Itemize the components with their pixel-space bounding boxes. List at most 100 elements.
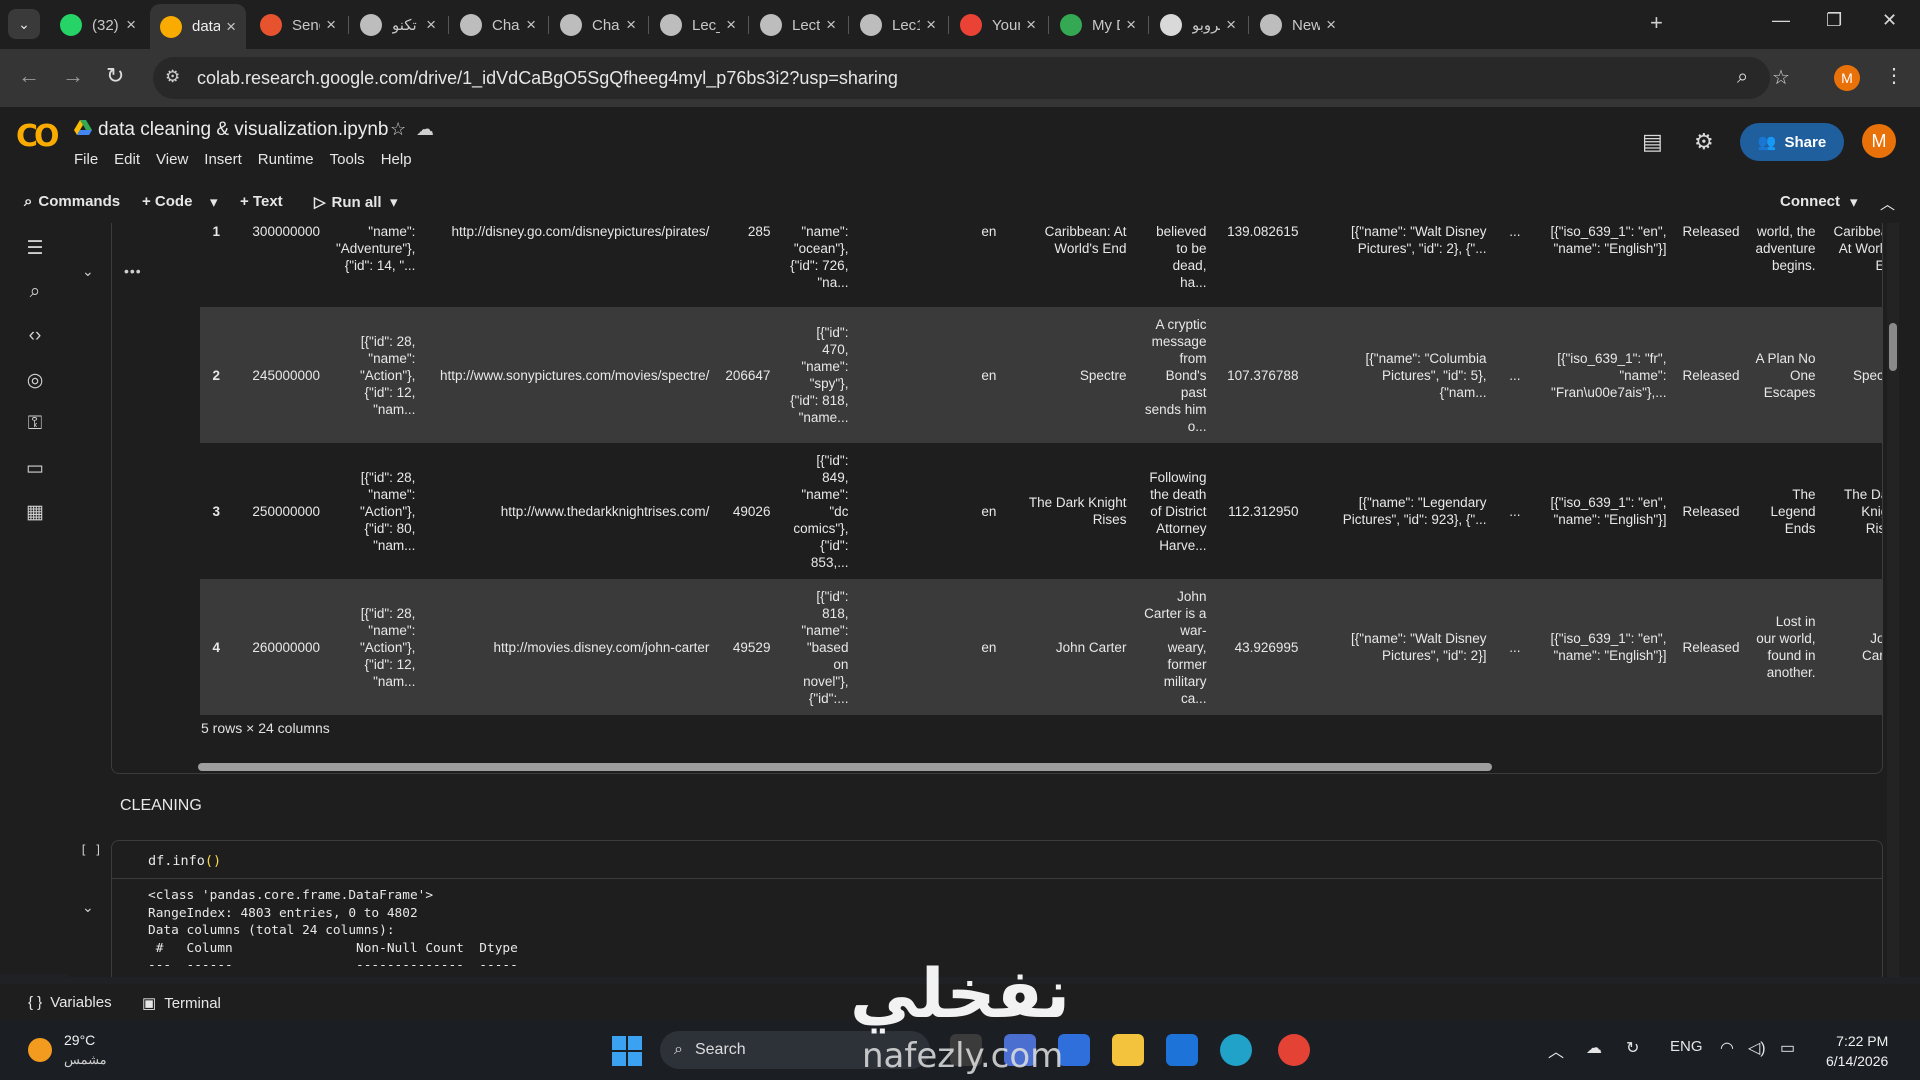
cloud-icon[interactable]: ☁	[416, 119, 434, 140]
browser-tab[interactable]: data ×	[150, 4, 246, 49]
table-of-contents-icon[interactable]: ☰	[23, 237, 47, 261]
close-tab-icon[interactable]: ×	[526, 15, 536, 35]
battery-icon[interactable]: ▭	[1780, 1038, 1795, 1058]
language-indicator[interactable]: ENG	[1670, 1038, 1703, 1055]
zoom-icon[interactable]: ⌕	[1737, 66, 1748, 89]
vertical-scrollbar[interactable]	[1889, 323, 1897, 371]
browser-tab[interactable]: تكنو ×	[350, 6, 446, 44]
run-cell-button[interactable]: [ ]	[80, 843, 102, 857]
run-all-button[interactable]: ▷ Run all	[314, 193, 382, 212]
connect-dropdown-icon[interactable]: ▾	[1850, 193, 1858, 211]
tab-search-button[interactable]: ⌄	[8, 9, 40, 39]
variables-inspector-icon[interactable]: ◎	[23, 369, 47, 393]
menu-item-edit[interactable]: Edit	[114, 151, 140, 168]
connect-button[interactable]: Connect	[1780, 193, 1840, 210]
user-avatar[interactable]: M	[1862, 124, 1896, 158]
reload-icon[interactable]: ↻	[106, 63, 124, 89]
close-tab-icon[interactable]: ×	[926, 15, 936, 35]
close-tab-icon[interactable]: ×	[126, 15, 136, 35]
restore-icon[interactable]: ❐	[1826, 10, 1842, 31]
star-icon[interactable]: ☆	[390, 119, 406, 140]
close-tab-icon[interactable]: ×	[1026, 15, 1036, 35]
back-icon[interactable]: ←	[18, 63, 40, 89]
onedrive-icon[interactable]: ☁	[1586, 1038, 1602, 1058]
close-tab-icon[interactable]: ×	[426, 15, 436, 35]
file-explorer-icon[interactable]	[1112, 1034, 1144, 1066]
notes-app-icon[interactable]	[1166, 1034, 1198, 1066]
weather-temperature[interactable]: 29°C	[64, 1032, 95, 1048]
sun-weather-icon[interactable]	[28, 1038, 52, 1062]
browser-tab[interactable]: Lect- ×	[750, 6, 846, 44]
variables-button[interactable]: { } Variables	[28, 994, 112, 1011]
files-folder-icon[interactable]: ▭	[23, 457, 47, 481]
code-editor[interactable]: df.info()	[148, 853, 221, 869]
colab-logo[interactable]: CO	[16, 119, 59, 154]
browser-tab[interactable]: My D ×	[1050, 6, 1146, 44]
site-settings-icon[interactable]: ⚙	[165, 67, 180, 87]
browser-profile-avatar[interactable]: M	[1834, 65, 1860, 91]
forward-icon[interactable]: →	[62, 63, 84, 89]
browser-tab[interactable]: New ×	[1250, 6, 1346, 44]
cell-title: Spectre	[1853, 367, 1882, 383]
browser-tab[interactable]: Send ×	[250, 6, 346, 44]
menu-item-file[interactable]: File	[74, 151, 98, 168]
menu-item-runtime[interactable]: Runtime	[258, 151, 314, 168]
chrome-taskbar-icon[interactable]	[1278, 1034, 1310, 1066]
tab-separator	[548, 16, 549, 34]
menu-item-view[interactable]: View	[156, 151, 188, 168]
comments-icon[interactable]: ▤	[1642, 129, 1663, 155]
collapse-info-output-icon[interactable]: ⌄	[82, 899, 94, 916]
close-tab-icon[interactable]: ×	[626, 15, 636, 35]
cell-overview: John Carter is a war- weary, former mili…	[1144, 588, 1207, 706]
code-snippets-icon[interactable]: ‹›	[23, 325, 47, 349]
data-table-icon[interactable]: ▦	[23, 501, 47, 525]
bookmark-star-icon[interactable]: ☆	[1772, 65, 1790, 90]
browser-tab[interactable]: Lec_7 ×	[650, 6, 746, 44]
horizontal-scrollbar[interactable]	[198, 763, 1492, 771]
browser-tab[interactable]: Your ×	[950, 6, 1046, 44]
browser-menu-icon[interactable]: ⋮	[1884, 63, 1904, 88]
close-tab-icon[interactable]: ×	[1326, 15, 1336, 35]
menu-item-help[interactable]: Help	[381, 151, 412, 168]
windows-start-icon[interactable]	[612, 1036, 642, 1066]
wifi-icon[interactable]: ◠	[1720, 1038, 1734, 1058]
tray-overflow-icon[interactable]: ︿	[1548, 1038, 1564, 1062]
close-tab-icon[interactable]: ×	[1226, 15, 1236, 35]
browser-tab[interactable]: Chap ×	[550, 6, 646, 44]
clock[interactable]: 7:22 PM 6/14/2026	[1826, 1031, 1888, 1071]
volume-icon[interactable]: ◁)	[1748, 1038, 1766, 1058]
browser-tab[interactable]: بروبو ×	[1150, 6, 1246, 44]
close-tab-icon[interactable]: ×	[826, 15, 836, 35]
collapse-output-icon[interactable]: ⌄	[82, 263, 94, 280]
find-icon[interactable]: ⌕	[23, 281, 47, 305]
browser-tab[interactable]: (32) \ ×	[50, 6, 146, 44]
menu-item-insert[interactable]: Insert	[204, 151, 242, 168]
close-window-icon[interactable]: ✕	[1882, 10, 1897, 31]
sync-icon[interactable]: ↻	[1626, 1038, 1639, 1058]
address-bar[interactable]: ⚙ colab.research.google.com/drive/1_idVd…	[153, 57, 1770, 99]
notebook-title[interactable]: data cleaning & visualization.ipynb	[98, 119, 388, 141]
tab-label: Lec1	[892, 16, 920, 34]
secrets-key-icon[interactable]: ⚿	[23, 413, 47, 437]
edge-icon[interactable]	[1220, 1034, 1252, 1066]
commands-button[interactable]: ⌕ Commands	[24, 193, 120, 210]
minimize-icon[interactable]: —	[1772, 10, 1790, 31]
collapse-header-icon[interactable]: ︿	[1880, 193, 1895, 214]
url-text[interactable]: colab.research.google.com/drive/1_idVdCa…	[197, 68, 898, 89]
close-tab-icon[interactable]: ×	[326, 15, 336, 35]
add-text-button[interactable]: + Text	[240, 193, 283, 210]
close-tab-icon[interactable]: ×	[1126, 15, 1136, 35]
close-tab-icon[interactable]: ×	[726, 15, 736, 35]
run-all-dropdown-icon[interactable]: ▾	[390, 193, 398, 211]
add-code-button[interactable]: + Code	[142, 193, 192, 210]
menu-item-tools[interactable]: Tools	[330, 151, 365, 168]
share-button[interactable]: 👥 Share	[1740, 123, 1844, 161]
browser-tab[interactable]: Lec1 ×	[850, 6, 946, 44]
add-code-dropdown-icon[interactable]: ▾	[210, 193, 218, 211]
new-tab-button[interactable]: +	[1650, 10, 1663, 36]
code-parens: ()	[204, 853, 222, 869]
settings-gear-icon[interactable]: ⚙	[1694, 129, 1714, 155]
terminal-button[interactable]: ▣ Terminal	[142, 994, 221, 1013]
close-tab-icon[interactable]: ×	[226, 17, 236, 37]
browser-tab[interactable]: Chap ×	[450, 6, 546, 44]
